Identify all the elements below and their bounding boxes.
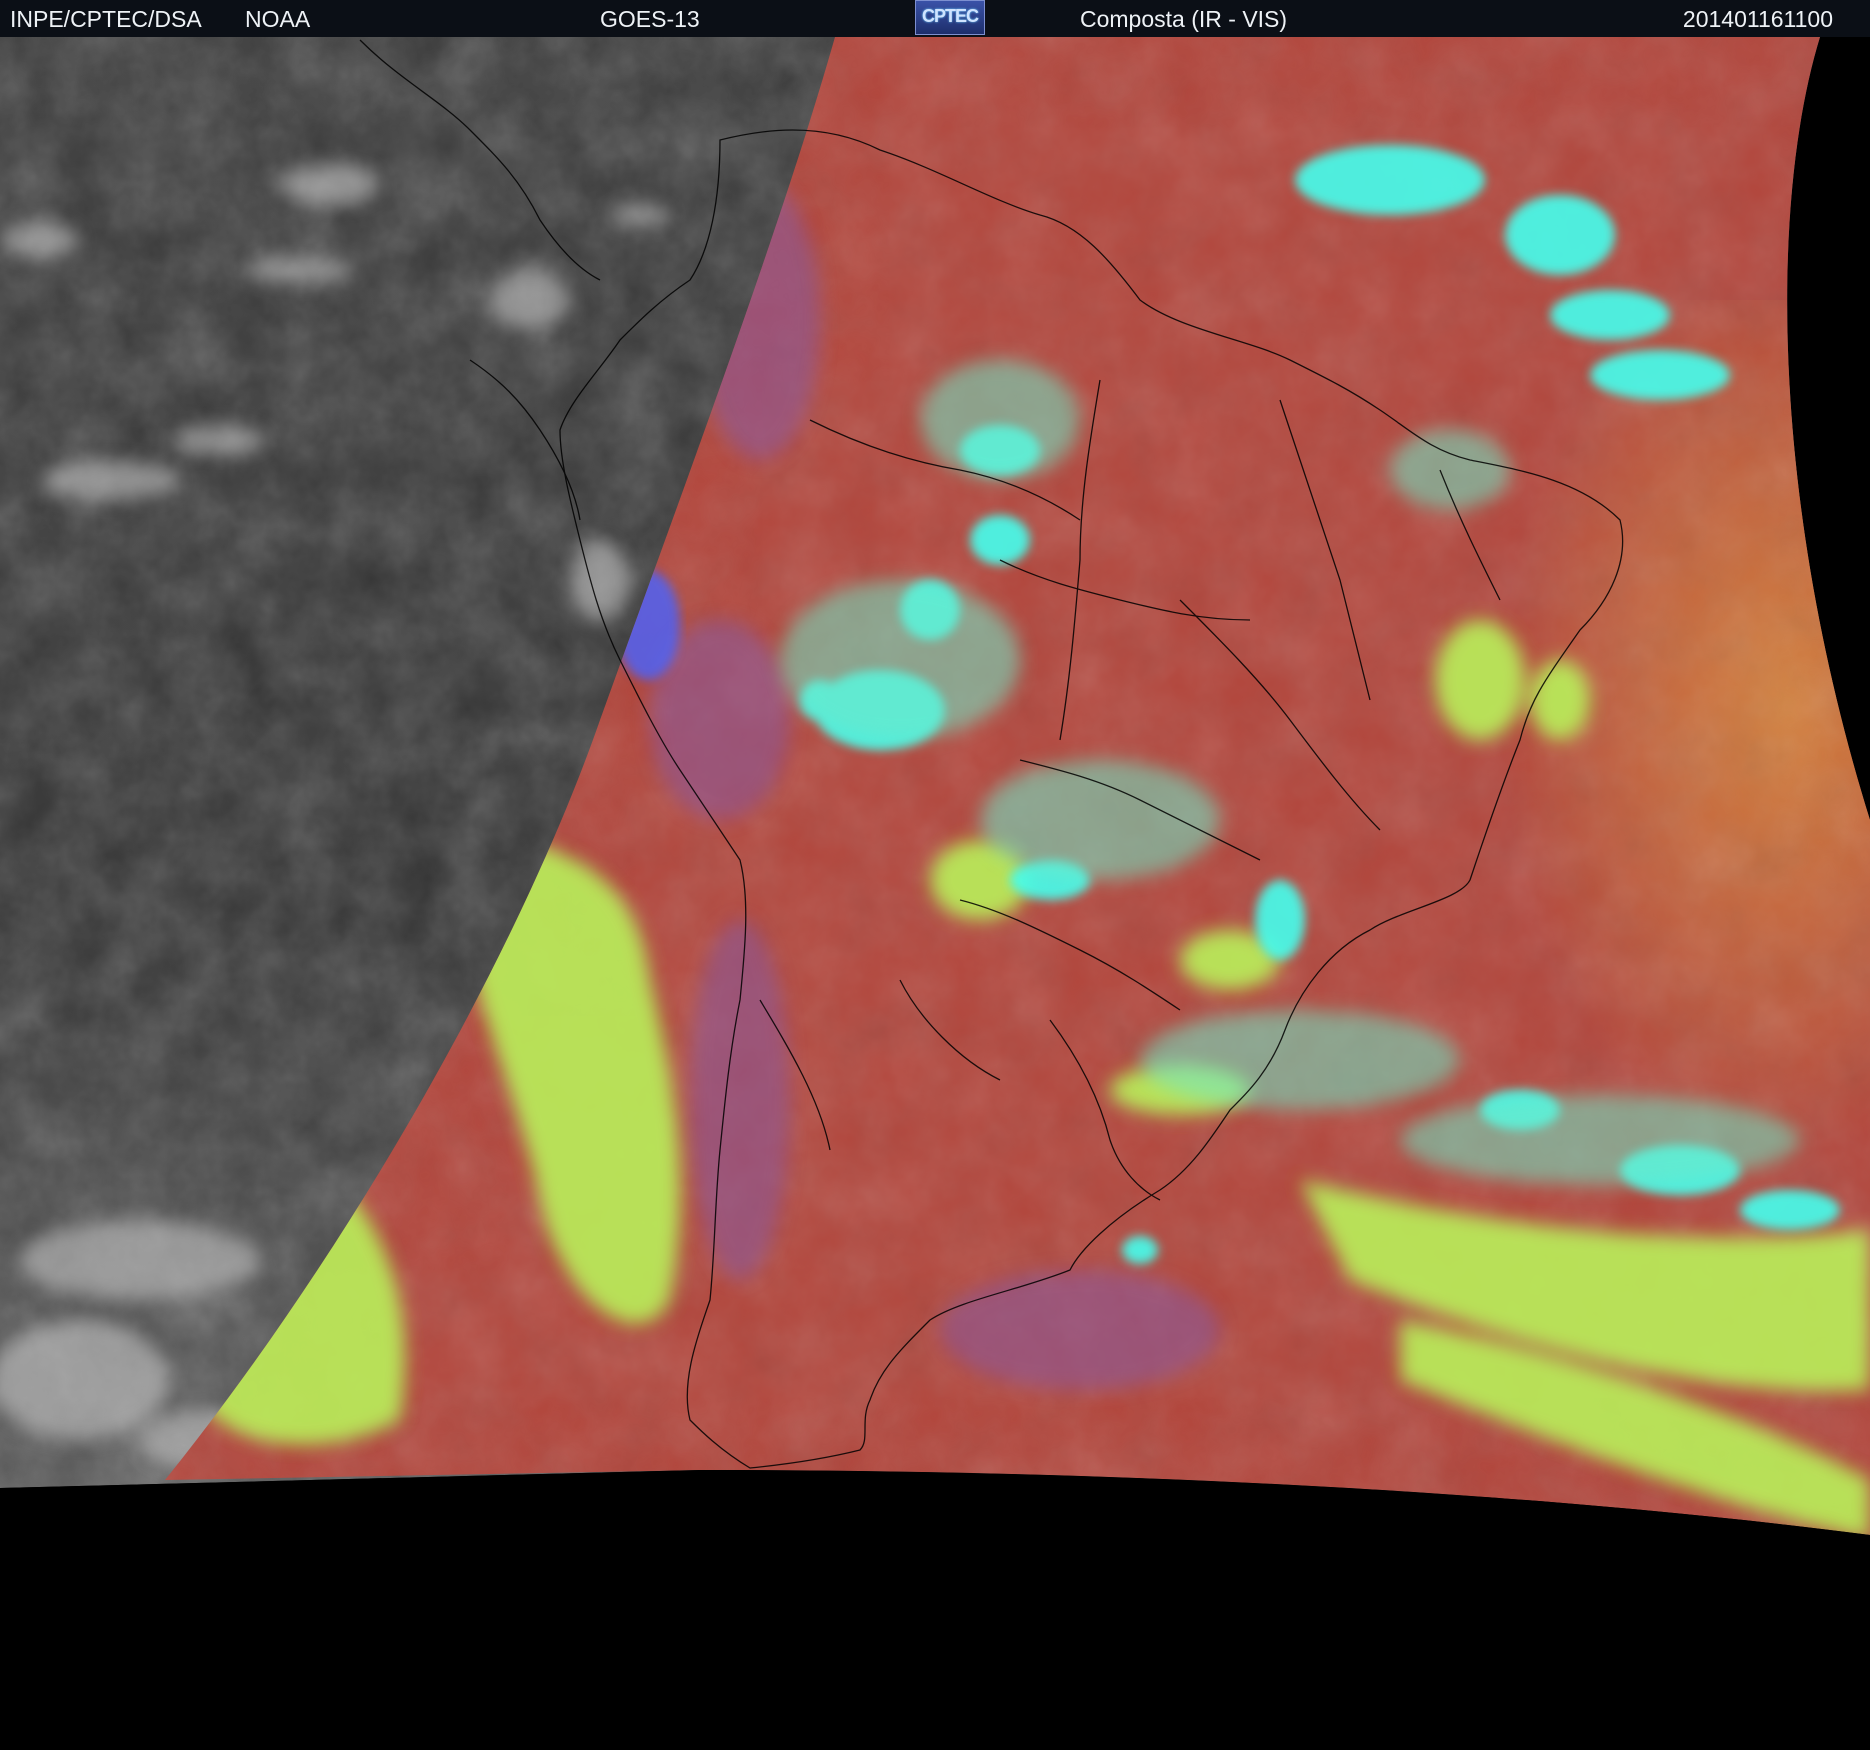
space-lower-limb bbox=[0, 1470, 1870, 1750]
satellite-label: GOES-13 bbox=[600, 6, 700, 32]
product-label: Composta (IR - VIS) bbox=[1080, 6, 1288, 32]
source-label: NOAA bbox=[245, 6, 311, 32]
logo-text: CPTEC bbox=[921, 6, 979, 26]
agency-label: INPE/CPTEC/DSA bbox=[10, 6, 202, 32]
timestamp-label: 201401161100 bbox=[1682, 6, 1833, 32]
image-header: INPE/CPTEC/DSA NOAA GOES-13 CPTEC Compos… bbox=[0, 0, 1870, 37]
satellite-composite-image bbox=[0, 37, 1870, 1750]
cptec-logo: CPTEC bbox=[915, 0, 985, 35]
